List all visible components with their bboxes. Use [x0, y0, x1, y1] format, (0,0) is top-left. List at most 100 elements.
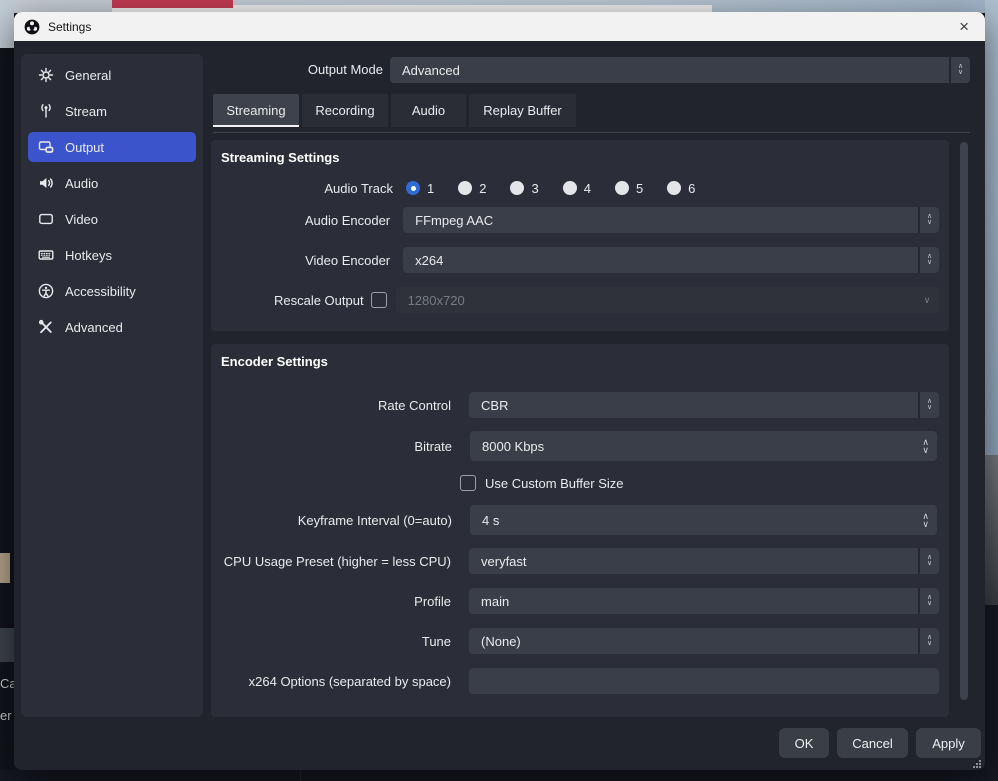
- background-text-fragment: er: [0, 708, 12, 723]
- background-left-bar: [0, 628, 14, 662]
- radio-audio-track-1[interactable]: [406, 181, 420, 195]
- chevron-down-icon: ∨: [927, 561, 932, 567]
- video-encoder-value: x264: [403, 247, 918, 273]
- cpu-preset-select[interactable]: veryfast ∧ ∨: [469, 548, 939, 574]
- output-mode-label: Output Mode: [254, 62, 383, 77]
- rate-control-label: Rate Control: [221, 398, 451, 413]
- background-left-detail: [0, 553, 10, 583]
- sidebar-item-label: Accessibility: [65, 284, 136, 299]
- close-icon[interactable]: ×: [953, 18, 975, 35]
- tab-recording[interactable]: Recording: [302, 94, 388, 127]
- audio-track-row: Audio Track 1 2 3 4 5 6: [221, 176, 939, 200]
- window-title: Settings: [48, 20, 91, 34]
- sidebar-item-label: Output: [65, 140, 104, 155]
- audio-track-label: Audio Track: [221, 181, 393, 196]
- sidebar-item-label: Hotkeys: [65, 248, 112, 263]
- radio-audio-track-4[interactable]: [563, 181, 577, 195]
- sidebar-item-label: Stream: [65, 104, 107, 119]
- keyframe-interval-spinbox[interactable]: 4 s ∧ ∨: [470, 505, 937, 535]
- scrollbar-thumb[interactable]: [960, 142, 968, 700]
- radio-audio-track-2[interactable]: [458, 181, 472, 195]
- chevron-up-down-icon[interactable]: ∧ ∨: [918, 207, 939, 233]
- spinner-arrows[interactable]: ∧ ∨: [922, 431, 929, 461]
- use-custom-buffer-checkbox[interactable]: [460, 475, 476, 491]
- rescale-output-row: Rescale Output 1280x720 ∨: [221, 287, 939, 313]
- audio-encoder-select[interactable]: FFmpeg AAC ∧ ∨: [403, 207, 939, 233]
- sidebar-item-advanced[interactable]: Advanced: [28, 312, 196, 342]
- radio-audio-track-5[interactable]: [615, 181, 629, 195]
- settings-window: Settings × General Stream Output Au: [14, 12, 985, 770]
- radio-label: 5: [636, 181, 643, 196]
- sidebar-item-hotkeys[interactable]: Hotkeys: [28, 240, 196, 270]
- radio-label: 1: [427, 181, 434, 196]
- rate-control-select[interactable]: CBR ∧ ∨: [469, 392, 939, 418]
- chevron-down-icon: ∨: [927, 405, 932, 411]
- sidebar-item-label: Video: [65, 212, 98, 227]
- sidebar-item-label: Advanced: [65, 320, 123, 335]
- chevron-up-down-icon[interactable]: ∧ ∨: [918, 247, 939, 273]
- sidebar-item-accessibility[interactable]: Accessibility: [28, 276, 196, 306]
- resize-grip[interactable]: [971, 756, 982, 767]
- desktop-sky-right: [985, 0, 998, 455]
- tune-select[interactable]: (None) ∧ ∨: [469, 628, 939, 654]
- output-mode-value: Advanced: [390, 57, 949, 83]
- chevron-down-icon: ∨: [922, 446, 929, 454]
- tab-separator: [213, 132, 970, 133]
- x264-options-row: x264 Options (separated by space): [221, 668, 939, 694]
- tune-row: Tune (None) ∧ ∨: [221, 628, 939, 654]
- video-encoder-row: Video Encoder x264 ∧ ∨: [221, 247, 939, 273]
- apply-button[interactable]: Apply: [916, 728, 981, 758]
- video-encoder-label: Video Encoder: [221, 253, 390, 268]
- speaker-icon: [38, 175, 54, 191]
- audio-encoder-label: Audio Encoder: [221, 213, 390, 228]
- desktop-sky-left: [0, 0, 14, 48]
- sidebar-item-video[interactable]: Video: [28, 204, 196, 234]
- use-custom-buffer-label: Use Custom Buffer Size: [485, 476, 623, 491]
- spinner-arrows[interactable]: ∧ ∨: [922, 505, 929, 535]
- gear-icon: [38, 67, 54, 83]
- keyframe-interval-label: Keyframe Interval (0=auto): [221, 513, 452, 528]
- encoder-settings-panel: Encoder Settings Rate Control CBR ∧ ∨ Bi…: [211, 344, 949, 717]
- tools-icon: [38, 319, 54, 335]
- cancel-button[interactable]: Cancel: [837, 728, 908, 758]
- rate-control-row: Rate Control CBR ∧ ∨: [221, 392, 939, 418]
- tab-audio[interactable]: Audio: [391, 94, 466, 127]
- sidebar-item-audio[interactable]: Audio: [28, 168, 196, 198]
- chevron-up-down-icon[interactable]: ∧ ∨: [918, 628, 939, 654]
- chevron-down-icon: ∨: [958, 70, 963, 76]
- sidebar-item-general[interactable]: General: [28, 60, 196, 90]
- bitrate-spinbox[interactable]: 8000 Kbps ∧ ∨: [470, 431, 937, 461]
- chevron-down-icon: ∨: [927, 220, 932, 226]
- section-title: Encoder Settings: [221, 354, 939, 374]
- output-mode-select[interactable]: Advanced ∧ ∨: [390, 57, 970, 83]
- rescale-output-label: Rescale Output: [221, 293, 364, 308]
- chevron-up-down-icon[interactable]: ∧ ∨: [918, 548, 939, 574]
- settings-sidebar: General Stream Output Audio Video: [21, 54, 203, 717]
- obs-logo-icon: [24, 19, 40, 35]
- sidebar-item-stream[interactable]: Stream: [28, 96, 196, 126]
- streaming-settings-panel: Streaming Settings Audio Track 1 2 3 4 5…: [211, 140, 949, 331]
- tab-replay-buffer[interactable]: Replay Buffer: [469, 94, 576, 127]
- cpu-preset-label: CPU Usage Preset (higher = less CPU): [221, 554, 451, 569]
- sidebar-item-output[interactable]: Output: [28, 132, 196, 162]
- radio-audio-track-6[interactable]: [667, 181, 681, 195]
- x264-options-input[interactable]: [469, 668, 939, 694]
- radio-audio-track-3[interactable]: [510, 181, 524, 195]
- chevron-up-down-icon[interactable]: ∧ ∨: [949, 57, 970, 83]
- profile-select[interactable]: main ∧ ∨: [469, 588, 939, 614]
- ok-button[interactable]: OK: [779, 728, 829, 758]
- tune-value: (None): [469, 628, 918, 654]
- screen-share-icon: [38, 139, 54, 155]
- profile-label: Profile: [221, 594, 451, 609]
- monitor-icon: [38, 211, 54, 227]
- accessibility-icon: [38, 283, 54, 299]
- chevron-up-down-icon[interactable]: ∧ ∨: [918, 392, 939, 418]
- audio-encoder-value: FFmpeg AAC: [403, 207, 918, 233]
- chevron-up-down-icon[interactable]: ∧ ∨: [918, 588, 939, 614]
- background-divider: [300, 770, 301, 781]
- tab-streaming[interactable]: Streaming: [213, 94, 299, 127]
- rescale-output-checkbox[interactable]: [371, 292, 387, 308]
- titlebar[interactable]: Settings ×: [14, 12, 985, 41]
- video-encoder-select[interactable]: x264 ∧ ∨: [403, 247, 939, 273]
- keyframe-interval-row: Keyframe Interval (0=auto) 4 s ∧ ∨: [221, 505, 939, 535]
